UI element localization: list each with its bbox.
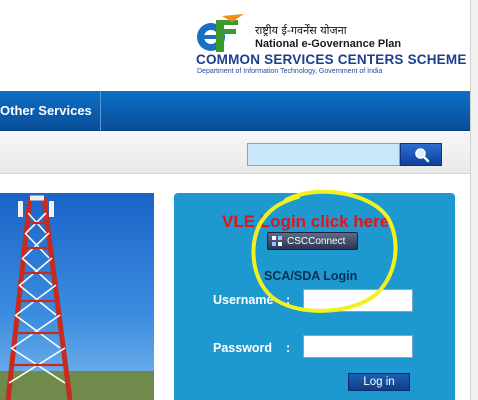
password-colon: : [286,341,291,355]
scheme-title: COMMON SERVICES CENTERS SCHEME [196,52,467,67]
password-label: Password [213,341,273,355]
connect-icon [272,236,282,246]
page: राष्ट्रीय ई-गवर्नेंस योजना National e-Go… [0,0,478,400]
magnifier-icon [415,148,430,163]
search-button[interactable] [400,143,442,166]
telecom-tower-image [0,193,154,400]
nav-item-other-services[interactable]: Other Services [0,91,101,131]
search-input[interactable] [247,143,400,166]
scrollbar-edge[interactable] [470,0,478,400]
hindi-title: राष्ट्रीय ई-गवर्नेंस योजना [255,24,347,37]
plan-name: National e-Governance Plan [255,38,402,50]
egov-logo-icon [197,14,244,52]
username-colon: : [286,293,291,307]
search-bar [0,132,470,174]
password-field[interactable] [303,335,413,358]
department-text: Department of Information Technology, Go… [197,68,383,75]
username-field[interactable] [303,289,413,312]
vle-login-prompt[interactable]: VLE Login click here [222,212,389,232]
login-button[interactable]: Log in [348,373,410,391]
site-header: राष्ट्रीय ई-गवर्नेंस योजना National e-Go… [0,0,470,91]
csc-connect-label: CSCConnect [287,236,346,247]
sca-sda-login-title: SCA/SDA Login [264,269,358,283]
username-label: Username [213,293,274,307]
csc-connect-button[interactable]: CSCConnect [267,232,358,250]
login-panel: VLE Login click here CSCConnect SCA/SDA … [174,193,455,400]
main-nav: Other Services [0,91,470,131]
